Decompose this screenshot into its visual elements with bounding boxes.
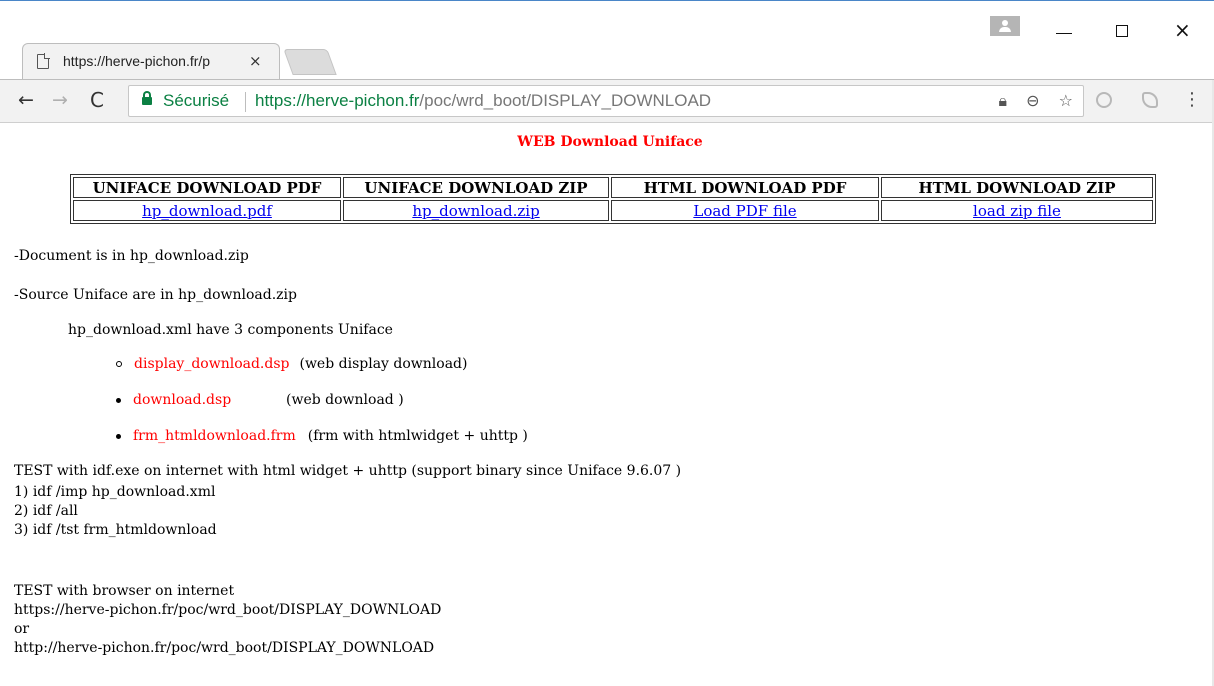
secure-label[interactable]: Sécurisé bbox=[163, 91, 229, 111]
cloud-extension-icon[interactable] bbox=[1142, 92, 1158, 108]
new-tab-button[interactable] bbox=[283, 49, 337, 75]
list-item: display_download.dsp (web display downloa… bbox=[116, 356, 467, 372]
bookmark-star-icon[interactable]: ☆ bbox=[1059, 91, 1073, 110]
hp-download-zip-link[interactable]: hp_download.zip bbox=[412, 202, 539, 220]
component-name: download.dsp bbox=[133, 392, 232, 408]
load-zip-file-link[interactable]: load zip file bbox=[973, 202, 1061, 220]
test-browser-line: TEST with browser on internet bbox=[14, 583, 235, 599]
minimize-button[interactable] bbox=[1056, 33, 1072, 34]
page-title: WEB Download Uniface bbox=[517, 134, 703, 150]
close-window-button[interactable]: × bbox=[1174, 18, 1191, 42]
forward-button[interactable]: → bbox=[52, 89, 68, 111]
disc-bullet-icon bbox=[116, 397, 121, 403]
url-text[interactable]: https://herve-pichon.fr/poc/wrd_boot/DIS… bbox=[255, 91, 711, 111]
url-path: /poc/wrd_boot/DISPLAY_DOWNLOAD bbox=[419, 91, 712, 110]
profile-icon[interactable] bbox=[990, 16, 1020, 36]
components-line: hp_download.xml have 3 components Unifac… bbox=[68, 322, 393, 338]
url-host: https://herve-pichon.fr bbox=[255, 91, 420, 110]
component-desc: (frm with htmlwidget + uhttp ) bbox=[307, 428, 528, 444]
download-table: UNIFACE DOWNLOAD PDF UNIFACE DOWNLOAD ZI… bbox=[70, 174, 1156, 224]
page-content: WEB Download Uniface UNIFACE DOWNLOAD PD… bbox=[0, 124, 1214, 686]
test-idf-step: 1) idf /imp hp_download.xml bbox=[14, 484, 216, 500]
blocked-content-icon[interactable]: 🔒︎ bbox=[999, 91, 1008, 110]
component-desc: (web download ) bbox=[286, 392, 404, 408]
cell-html-pdf: Load PDF file bbox=[611, 200, 879, 221]
header-html-pdf: HTML DOWNLOAD PDF bbox=[611, 177, 879, 198]
list-item: frm_htmldownload.frm (frm with htmlwidget… bbox=[116, 428, 528, 444]
test-browser-or: or bbox=[14, 621, 30, 637]
source-line: -Source Uniface are in hp_download.zip bbox=[14, 287, 298, 303]
omnibox-actions: 🔒︎ ⊖ ☆ bbox=[985, 91, 1073, 111]
load-pdf-file-link[interactable]: Load PDF file bbox=[693, 202, 796, 220]
table-header-row: UNIFACE DOWNLOAD PDF UNIFACE DOWNLOAD ZI… bbox=[73, 177, 1153, 198]
tab-close-icon[interactable]: × bbox=[249, 52, 262, 70]
tab-title: https://herve-pichon.fr/p bbox=[63, 53, 243, 69]
lock-icon[interactable] bbox=[142, 91, 152, 105]
circle-bullet-icon bbox=[116, 361, 122, 367]
extension-icon[interactable] bbox=[1096, 92, 1112, 108]
reload-button[interactable]: C bbox=[90, 88, 104, 112]
cell-html-zip: load zip file bbox=[881, 200, 1153, 221]
zoom-icon[interactable]: ⊖ bbox=[1026, 91, 1039, 110]
test-browser-url: https://herve-pichon.fr/poc/wrd_boot/DIS… bbox=[14, 602, 442, 618]
header-html-zip: HTML DOWNLOAD ZIP bbox=[881, 177, 1153, 198]
cell-uniface-pdf: hp_download.pdf bbox=[73, 200, 341, 221]
test-idf-step: 3) idf /tst frm_htmldownload bbox=[14, 522, 217, 538]
menu-icon[interactable]: ⋮ bbox=[1183, 89, 1201, 110]
disc-bullet-icon bbox=[116, 433, 121, 439]
address-bar[interactable]: Sécurisé https://herve-pichon.fr/poc/wrd… bbox=[128, 85, 1084, 117]
component-name: frm_htmldownload.frm bbox=[133, 428, 296, 444]
header-uniface-zip: UNIFACE DOWNLOAD ZIP bbox=[343, 177, 609, 198]
cell-uniface-zip: hp_download.zip bbox=[343, 200, 609, 221]
maximize-button[interactable] bbox=[1116, 25, 1128, 37]
back-button[interactable]: ← bbox=[18, 89, 34, 111]
component-name: display_download.dsp bbox=[134, 356, 290, 372]
header-uniface-pdf: UNIFACE DOWNLOAD PDF bbox=[73, 177, 341, 198]
page-icon bbox=[37, 53, 50, 69]
document-line: -Document is in hp_download.zip bbox=[14, 248, 249, 264]
test-idf-line: TEST with idf.exe on internet with html … bbox=[14, 463, 682, 479]
browser-toolbar: ← → C Sécurisé https://herve-pichon.fr/p… bbox=[0, 79, 1214, 123]
hp-download-pdf-link[interactable]: hp_download.pdf bbox=[142, 202, 272, 220]
omnibox-separator bbox=[245, 92, 246, 112]
test-browser-url: http://herve-pichon.fr/poc/wrd_boot/DISP… bbox=[14, 640, 435, 656]
browser-tab[interactable]: https://herve-pichon.fr/p × bbox=[22, 43, 280, 79]
table-row: hp_download.pdf hp_download.zip Load PDF… bbox=[73, 200, 1153, 221]
test-idf-step: 2) idf /all bbox=[14, 503, 78, 519]
browser-titlebar: https://herve-pichon.fr/p × × bbox=[0, 0, 1214, 80]
component-desc: (web display download) bbox=[299, 356, 468, 372]
list-item: download.dsp (web download ) bbox=[116, 392, 404, 408]
